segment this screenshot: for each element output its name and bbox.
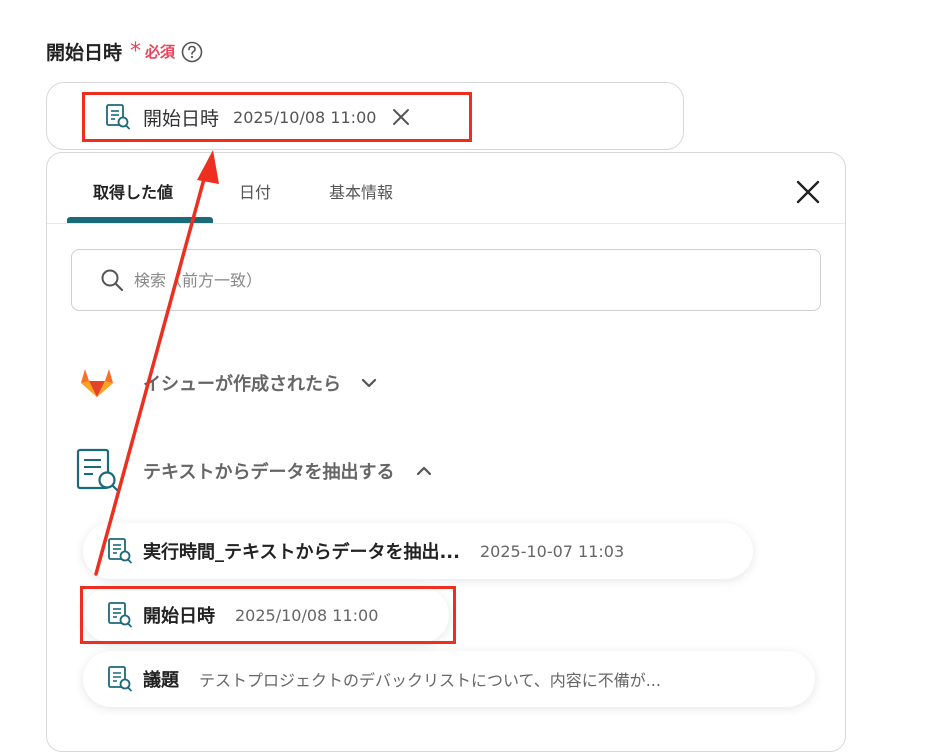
list-item[interactable]: 議題 テストプロジェクトのデバックリストについて、内容に不備が...: [83, 651, 815, 707]
tab-acquired-values[interactable]: 取得した値: [93, 179, 173, 203]
panel-close-icon[interactable]: [795, 179, 821, 205]
selected-value-chip[interactable]: 開始日時 2025/10/08 11:00: [82, 92, 472, 142]
document-search-icon: [107, 537, 133, 565]
tab-basic-info[interactable]: 基本情報: [329, 179, 393, 203]
chip-value: 2025/10/08 11:00: [233, 107, 377, 127]
required-text: 必須: [145, 43, 176, 61]
item-label: 実行時間_テキストからデータを抽出...: [143, 542, 460, 563]
field-label: 開始日時 * 必須: [46, 38, 203, 65]
document-search-icon: [75, 447, 121, 495]
tab-date[interactable]: 日付: [239, 179, 271, 203]
item-value: 2025-10-07 11:03: [479, 541, 625, 561]
search-icon: [100, 268, 124, 292]
chevron-up-icon: [414, 461, 434, 481]
item-value: テストプロジェクトのデバックリストについて、内容に不備が...: [199, 671, 661, 690]
tab-bar: 取得した値 日付 基本情報: [47, 153, 845, 224]
document-search-icon: [107, 665, 133, 693]
list-item[interactable]: 実行時間_テキストからデータを抽出... 2025-10-07 11:03: [83, 523, 753, 579]
item-value: 2025/10/08 11:00: [235, 605, 379, 625]
close-icon[interactable]: [390, 106, 412, 128]
help-icon[interactable]: [181, 41, 203, 63]
field-title: 開始日時: [46, 42, 123, 64]
value-picker-panel: 取得した値 日付 基本情報 イシューが作成されたら: [46, 152, 846, 752]
section-label: テキストからデータを抽出する: [143, 462, 395, 483]
item-label: 開始日時: [143, 606, 215, 627]
document-search-icon: [105, 103, 131, 131]
section-gitlab-issue[interactable]: イシューが作成されたら: [77, 363, 379, 403]
active-tab-indicator: [67, 217, 213, 223]
chevron-down-icon: [359, 373, 379, 393]
section-label: イシューが作成されたら: [143, 374, 341, 395]
list-item[interactable]: 開始日時 2025/10/08 11:00: [83, 587, 449, 643]
document-search-icon: [107, 601, 133, 629]
search-box[interactable]: [71, 249, 821, 311]
search-input[interactable]: [132, 269, 736, 291]
item-label: 議題: [143, 670, 179, 691]
required-mark: *: [130, 38, 142, 64]
chip-label: 開始日時: [143, 107, 220, 130]
gitlab-icon: [77, 363, 117, 403]
section-extract-data[interactable]: テキストからデータを抽出する: [75, 447, 434, 495]
